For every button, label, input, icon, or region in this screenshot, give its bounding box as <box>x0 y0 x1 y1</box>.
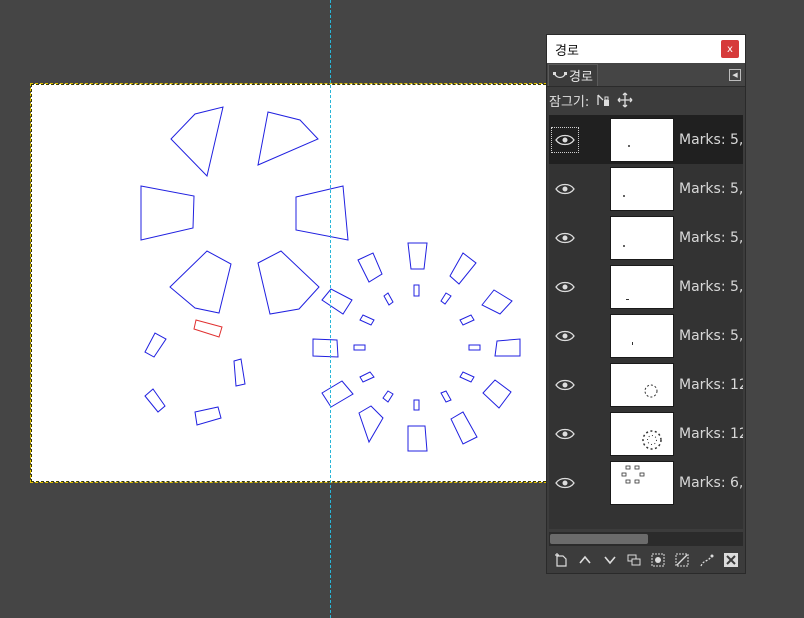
path-segment <box>413 399 420 411</box>
tab-paths-label: 경로 <box>569 70 593 85</box>
paths-icon <box>553 71 567 78</box>
path-segment <box>144 388 166 413</box>
path-row[interactable]: Marks: 5, <box>549 311 743 360</box>
path-segment <box>407 425 428 452</box>
paths-list[interactable]: Marks: 5, Marks: 5, Marks: 5, Marks: 5, … <box>549 115 743 529</box>
path-segment <box>257 111 319 166</box>
eye-icon[interactable] <box>551 323 579 349</box>
horizontal-scrollbar[interactable] <box>549 532 743 546</box>
lower-path-icon[interactable] <box>602 552 618 568</box>
path-segment <box>170 106 224 178</box>
path-segment <box>468 344 481 351</box>
lock-label: 잠그기: <box>549 94 590 110</box>
path-segment <box>440 292 452 305</box>
panel-bottom-toolbar <box>549 549 743 571</box>
eye-icon[interactable] <box>551 421 579 447</box>
path-segment <box>359 371 375 383</box>
path-thumbnail <box>610 117 674 162</box>
path-label[interactable]: Marks: 12 <box>679 426 743 442</box>
path-to-selection-icon[interactable] <box>650 552 666 568</box>
path-segment <box>440 390 452 403</box>
path-segment <box>382 390 394 403</box>
path-segment <box>357 252 383 283</box>
duplicate-path-icon[interactable] <box>626 552 642 568</box>
path-thumbnail <box>610 411 674 456</box>
path-segment <box>413 284 420 297</box>
eye-icon[interactable] <box>551 176 579 202</box>
path-thumbnail <box>610 313 674 358</box>
tab-menu-button[interactable]: ◀ <box>729 69 741 81</box>
path-segment <box>407 242 428 270</box>
lock-position-icon[interactable] <box>617 92 633 108</box>
path-thumbnail <box>610 215 674 260</box>
tab-row: 경로 ◀ <box>547 63 745 87</box>
eye-icon[interactable] <box>551 470 579 496</box>
path-segment <box>359 314 375 326</box>
path-label[interactable]: Marks: 12 <box>679 377 743 393</box>
lock-path-strokes-icon[interactable] <box>595 92 611 108</box>
paths-dock-panel: 경로 x 경로 ◀ 잠그기: Marks: 5, Marks: 5, Marks… <box>546 34 746 574</box>
path-segment <box>321 288 353 315</box>
new-path-icon[interactable] <box>553 552 569 568</box>
path-segment <box>312 338 339 358</box>
path-segment <box>295 185 349 241</box>
path-label[interactable]: Marks: 5, <box>679 279 743 295</box>
path-thumbnail <box>610 362 674 407</box>
path-segment <box>144 332 167 358</box>
path-label[interactable]: Marks: 6, <box>679 475 743 491</box>
eye-icon[interactable] <box>551 274 579 300</box>
path-segment <box>140 185 195 241</box>
path-row[interactable]: Marks: 5, <box>549 262 743 311</box>
path-segment <box>450 411 478 445</box>
raise-path-icon[interactable] <box>577 552 593 568</box>
path-segment <box>321 380 354 408</box>
path-segment <box>482 379 512 409</box>
panel-title: 경로 <box>555 43 579 59</box>
panel-titlebar[interactable]: 경로 x <box>547 35 745 63</box>
path-segment <box>353 344 366 351</box>
path-segment <box>383 292 394 306</box>
path-thumbnail <box>610 264 674 309</box>
path-segment <box>481 289 513 315</box>
path-thumbnail <box>610 166 674 211</box>
path-thumbnail <box>610 460 674 505</box>
path-label[interactable]: Marks: 5, <box>679 132 743 148</box>
path-label[interactable]: Marks: 5, <box>679 181 743 197</box>
path-segment <box>233 358 246 387</box>
vertical-guide[interactable] <box>330 0 331 618</box>
path-row[interactable]: Marks: 12 <box>549 409 743 458</box>
path-segment <box>169 250 232 314</box>
tab-paths[interactable]: 경로 <box>548 64 598 86</box>
path-row[interactable]: Marks: 5, <box>549 213 743 262</box>
paint-along-path-icon[interactable] <box>699 552 715 568</box>
path-row[interactable]: Marks: 5, <box>549 164 743 213</box>
path-segment <box>494 338 521 357</box>
path-row[interactable]: Marks: 5, <box>549 115 743 164</box>
path-segment <box>194 406 222 426</box>
path-segment <box>459 314 475 326</box>
path-segment <box>257 250 320 315</box>
path-segment <box>358 405 384 444</box>
path-segment <box>459 371 475 383</box>
scrollbar-thumb[interactable] <box>550 534 648 544</box>
eye-icon[interactable] <box>551 225 579 251</box>
selection-to-path-icon[interactable] <box>674 552 690 568</box>
path-label[interactable]: Marks: 5, <box>679 328 743 344</box>
path-label[interactable]: Marks: 5, <box>679 230 743 246</box>
eye-icon[interactable] <box>551 372 579 398</box>
path-row[interactable]: Marks: 6, <box>549 458 743 507</box>
lock-row: 잠그기: <box>547 87 745 113</box>
close-button[interactable]: x <box>721 40 739 58</box>
path-segment <box>449 252 477 285</box>
eye-icon[interactable] <box>551 126 579 153</box>
path-row[interactable]: Marks: 12 <box>549 360 743 409</box>
delete-path-icon[interactable] <box>723 552 739 568</box>
active-path-segment <box>193 319 223 338</box>
